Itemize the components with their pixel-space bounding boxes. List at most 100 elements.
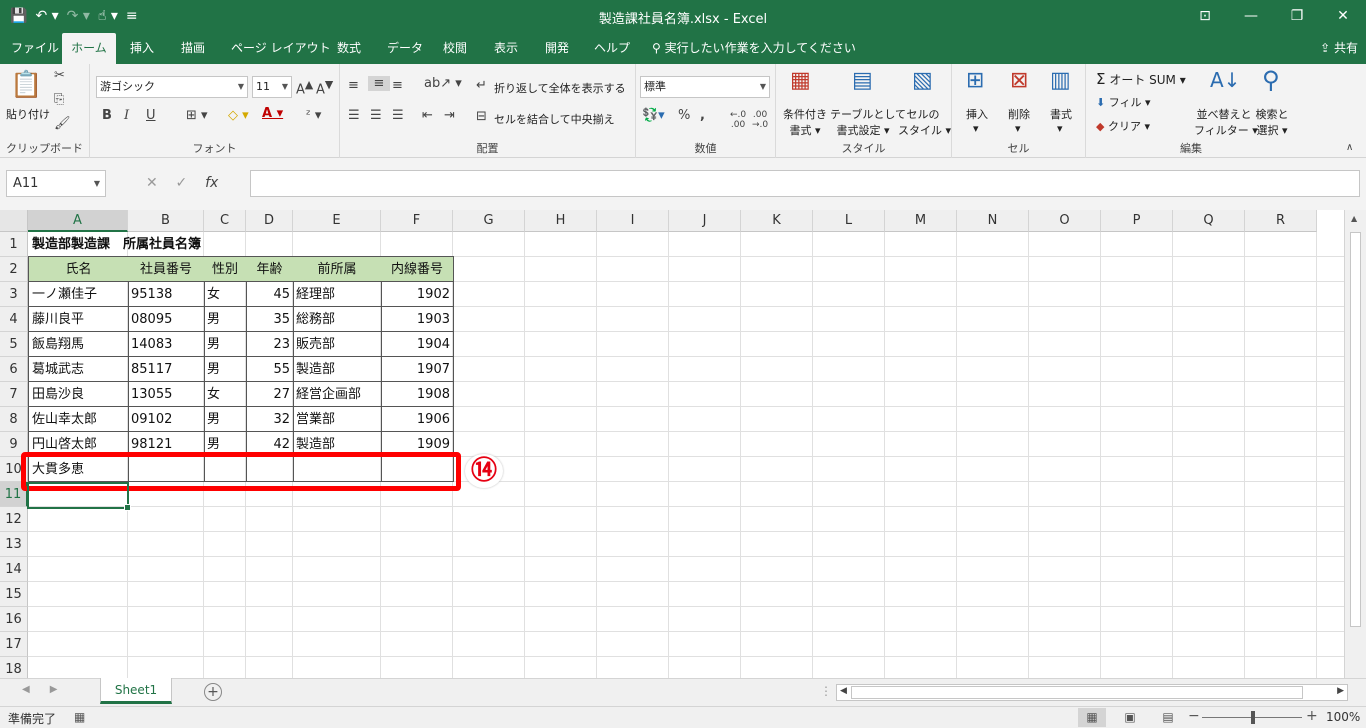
cell-name[interactable]: 飯島翔馬: [28, 332, 129, 357]
column-header-n[interactable]: N: [957, 210, 1029, 232]
conditional-format-button[interactable]: 条件付き 書式 ▾: [780, 106, 830, 138]
restore-icon[interactable]: ❐: [1274, 0, 1320, 33]
increase-indent-icon[interactable]: ⇥: [444, 108, 455, 123]
row-header-12[interactable]: 12: [0, 507, 28, 532]
sheet-nav-arrows[interactable]: ◀▶: [22, 684, 77, 695]
format-cells-button[interactable]: 書式 ▾: [1050, 106, 1072, 135]
tab-formulas[interactable]: 数式: [337, 33, 361, 64]
number-format-select[interactable]: 標準 ▼: [640, 76, 770, 98]
cancel-icon[interactable]: ✕: [146, 175, 158, 191]
percent-button[interactable]: %: [678, 108, 690, 123]
cell-age[interactable]: 45: [246, 282, 294, 307]
row-header-14[interactable]: 14: [0, 557, 28, 582]
column-header-a[interactable]: A: [28, 210, 128, 232]
zoom-out-icon[interactable]: −: [1188, 708, 1200, 724]
font-name-select[interactable]: 游ゴシック ▼: [96, 76, 248, 98]
font-size-select[interactable]: 11 ▼: [252, 76, 292, 98]
cell-extension[interactable]: 1902: [381, 282, 454, 307]
column-header-g[interactable]: G: [453, 210, 525, 232]
find-select-button[interactable]: 検索と 選択 ▾: [1254, 106, 1290, 138]
close-icon[interactable]: ✕: [1320, 0, 1366, 33]
copy-icon[interactable]: ⎘: [54, 92, 64, 107]
clear-button[interactable]: ◆ クリア ▾: [1096, 118, 1150, 134]
italic-button[interactable]: I: [124, 108, 129, 123]
page-layout-view-icon[interactable]: ▣: [1116, 708, 1144, 727]
cell-age[interactable]: 55: [246, 357, 294, 382]
row-header-1[interactable]: 1: [0, 232, 28, 257]
column-header-i[interactable]: I: [597, 210, 669, 232]
cell-name[interactable]: 葛城武志: [28, 357, 129, 382]
format-painter-icon[interactable]: 🖌: [54, 116, 71, 131]
cell-previous-dept[interactable]: 販売部: [293, 332, 382, 357]
cell-age[interactable]: 32: [246, 407, 294, 432]
cell-gender[interactable]: 男: [204, 332, 247, 357]
cell-gender[interactable]: 男: [204, 407, 247, 432]
cell-age[interactable]: 27: [246, 382, 294, 407]
horizontal-scroll-thumb[interactable]: [851, 686, 1303, 699]
header-cell-previous-dept[interactable]: 前所属: [293, 256, 382, 282]
fill-button[interactable]: ⬇ フィル ▾: [1096, 94, 1151, 110]
border-icon[interactable]: ⊞ ▾: [186, 108, 208, 123]
cell-extension[interactable]: 1907: [381, 357, 454, 382]
cell-employee-id[interactable]: 85117: [128, 357, 205, 382]
cell-employee-id[interactable]: 09102: [128, 407, 205, 432]
column-header-m[interactable]: M: [885, 210, 957, 232]
align-bottom-icon[interactable]: ≡: [392, 78, 403, 93]
formula-input[interactable]: [250, 170, 1360, 197]
cell-name[interactable]: 一ノ瀬佳子: [28, 282, 129, 307]
cell-gender[interactable]: 女: [204, 382, 247, 407]
minimize-icon[interactable]: —: [1228, 0, 1274, 33]
tab-help[interactable]: ヘルプ: [594, 33, 630, 64]
tab-data[interactable]: データ: [387, 33, 423, 64]
header-cell-age[interactable]: 年齢: [246, 256, 294, 282]
tab-draw[interactable]: 描画: [181, 33, 205, 64]
phonetic-icon[interactable]: ᶻ ▾: [306, 108, 321, 123]
row-header-7[interactable]: 7: [0, 382, 28, 407]
select-all-corner[interactable]: [0, 210, 28, 232]
tab-file[interactable]: ファイル: [11, 33, 59, 64]
row-header-18[interactable]: 18: [0, 657, 28, 678]
column-header-r[interactable]: R: [1245, 210, 1317, 232]
delete-cells-button[interactable]: 削除 ▾: [1008, 106, 1030, 135]
row-header-2[interactable]: 2: [0, 257, 28, 282]
cell-styles-button[interactable]: セルの スタイル ▾: [898, 106, 951, 138]
worksheet-grid[interactable]: A B C D E F G H I J K L M N O P Q R 1 2 3 4 5 6 7 8 9 10 11 12 13 14 15 1…: [0, 210, 1366, 678]
cell-name[interactable]: 藤川良平: [28, 307, 129, 332]
scroll-up-icon[interactable]: ▲: [1351, 214, 1357, 223]
orientation-icon[interactable]: ab↗ ▾: [424, 76, 462, 91]
scroll-left-icon[interactable]: ◀: [840, 686, 847, 696]
align-top-icon[interactable]: ≡: [348, 78, 359, 93]
column-header-d[interactable]: D: [246, 210, 293, 232]
cell-previous-dept[interactable]: 経理部: [293, 282, 382, 307]
tab-split-handle[interactable]: ⋮: [820, 684, 832, 698]
row-header-4[interactable]: 4: [0, 307, 28, 332]
cell-employee-id[interactable]: 08095: [128, 307, 205, 332]
row-header-16[interactable]: 16: [0, 607, 28, 632]
column-header-c[interactable]: C: [204, 210, 246, 232]
horizontal-scrollbar[interactable]: ◀ ▶: [836, 684, 1348, 701]
currency-icon[interactable]: 💱▾: [642, 108, 665, 123]
cell-name[interactable]: 田島沙良: [28, 382, 129, 407]
cell-age[interactable]: 35: [246, 307, 294, 332]
column-header-q[interactable]: Q: [1173, 210, 1245, 232]
row-header-13[interactable]: 13: [0, 532, 28, 557]
cell-previous-dept[interactable]: 経営企画部: [293, 382, 382, 407]
scroll-right-icon[interactable]: ▶: [1337, 686, 1344, 696]
row-header-8[interactable]: 8: [0, 407, 28, 432]
column-header-j[interactable]: J: [669, 210, 741, 232]
cell-employee-id[interactable]: 14083: [128, 332, 205, 357]
underline-button[interactable]: U: [146, 108, 156, 123]
share-button[interactable]: ⇪ 共有: [1320, 33, 1358, 64]
cell-extension[interactable]: 1903: [381, 307, 454, 332]
align-center-icon[interactable]: ☰: [370, 108, 382, 123]
font-grow-icon[interactable]: A▲: [296, 78, 313, 97]
font-color-icon[interactable]: A ▾: [262, 106, 283, 121]
cell-extension[interactable]: 1908: [381, 382, 454, 407]
row-header-17[interactable]: 17: [0, 632, 28, 657]
comma-button[interactable]: ,: [700, 108, 705, 123]
merge-center-button[interactable]: セルを結合して中央揃え: [494, 111, 615, 127]
row-header-3[interactable]: 3: [0, 282, 28, 307]
cell-previous-dept[interactable]: 製造部: [293, 357, 382, 382]
tab-page-layout[interactable]: ページ レイアウト: [231, 33, 331, 64]
page-break-view-icon[interactable]: ▤: [1154, 708, 1182, 727]
